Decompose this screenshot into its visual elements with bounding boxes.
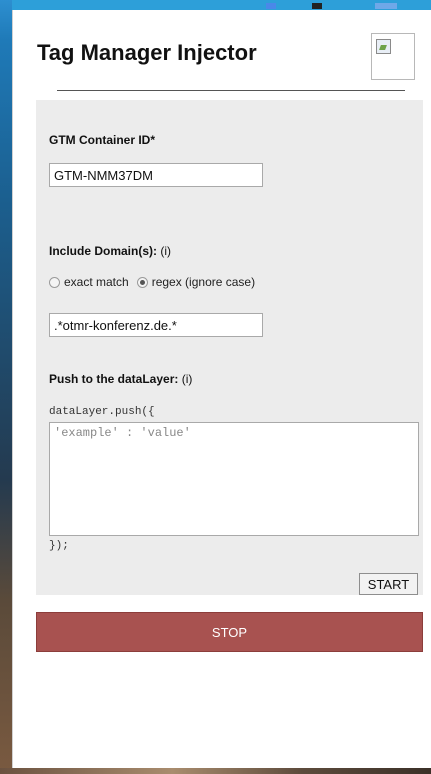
settings-panel: GTM Container ID* Include Domain(s): (i)…: [36, 100, 423, 595]
code-close: });: [49, 540, 69, 552]
container-id-input[interactable]: [49, 163, 263, 187]
browser-extension-icon: [266, 3, 276, 9]
regex-label[interactable]: regex (ignore case): [152, 275, 255, 289]
browser-page-background-bottom: [0, 768, 431, 774]
code-open: dataLayer.push({: [49, 406, 155, 418]
extension-popup: Tag Manager Injector GTM Container ID* I…: [12, 10, 430, 768]
stop-button[interactable]: STOP: [36, 612, 423, 652]
browser-extension-icon: [375, 3, 397, 9]
domains-label-text: Include Domain(s):: [49, 244, 158, 258]
browser-extension-icon: [312, 3, 322, 9]
header-divider: [57, 90, 405, 91]
exact-match-radio[interactable]: [49, 276, 60, 288]
domain-input[interactable]: [49, 313, 263, 337]
regex-radio[interactable]: [136, 276, 148, 288]
start-button[interactable]: START: [359, 573, 418, 595]
domains-info-link[interactable]: (i): [160, 244, 171, 258]
browser-page-background: [0, 0, 12, 774]
domain-match-options: exact match regex (ignore case): [49, 275, 263, 289]
broken-image-icon: [371, 33, 415, 80]
datalayer-info-link[interactable]: (i): [182, 372, 193, 386]
datalayer-textarea[interactable]: 'example' : 'value': [49, 422, 419, 536]
datalayer-label: Push to the dataLayer: (i): [49, 372, 192, 386]
datalayer-label-text: Push to the dataLayer:: [49, 372, 179, 386]
exact-match-label[interactable]: exact match: [64, 275, 129, 289]
container-id-label: GTM Container ID*: [49, 133, 156, 147]
browser-toolbar-strip: [0, 0, 431, 10]
domains-label: Include Domain(s): (i): [49, 244, 171, 258]
page-title: Tag Manager Injector: [37, 40, 257, 65]
